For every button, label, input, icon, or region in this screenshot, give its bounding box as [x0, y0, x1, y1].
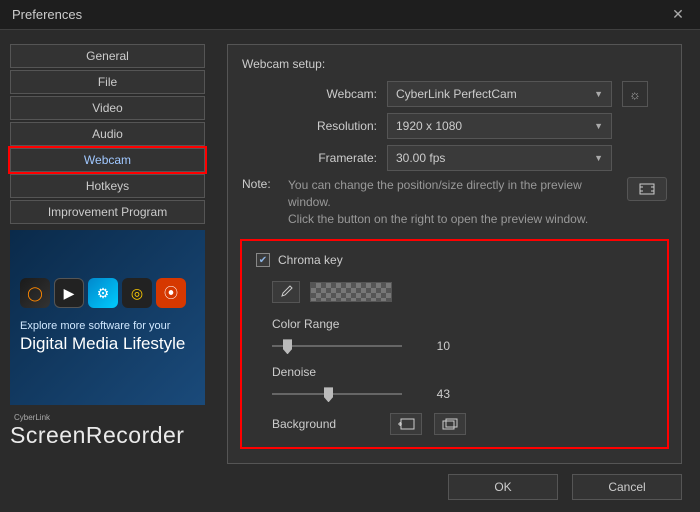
promo-app-icon: ⦿ — [156, 278, 186, 308]
chroma-checkbox-row: ✔ Chroma key — [256, 253, 653, 267]
color-range-slider[interactable] — [272, 339, 402, 353]
color-range-block: Color Range 10 — [272, 317, 653, 353]
color-range-value: 10 — [420, 339, 450, 353]
sidebar-item-webcam[interactable]: Webcam — [10, 148, 205, 172]
background-add-button[interactable] — [390, 413, 422, 435]
add-bg-icon — [397, 418, 415, 430]
framerate-row: Framerate: 30.00 fps — [242, 145, 667, 171]
promo-app-icon: ⚙ — [88, 278, 118, 308]
section-title: Webcam setup: — [242, 57, 667, 71]
chroma-key-label: Chroma key — [278, 253, 343, 267]
chroma-key-section: ✔ Chroma key Color Range — [242, 241, 667, 447]
denoise-value: 43 — [420, 387, 450, 401]
close-icon[interactable]: ✕ — [668, 6, 688, 23]
ok-button[interactable]: OK — [448, 474, 558, 500]
sidebar-item-audio[interactable]: Audio — [10, 122, 205, 146]
denoise-block: Denoise 43 — [272, 365, 653, 401]
note-text: You can change the position/size directl… — [288, 177, 627, 227]
denoise-label: Denoise — [272, 365, 653, 379]
content-area: General File Video Audio Webcam Hotkeys … — [0, 30, 700, 512]
main-panel: Webcam setup: Webcam: CyberLink PerfectC… — [215, 30, 700, 512]
webcam-dropdown[interactable]: CyberLink PerfectCam — [387, 81, 612, 107]
background-label: Background — [272, 417, 336, 431]
resolution-label: Resolution: — [242, 119, 387, 133]
gear-icon[interactable]: ☼ — [622, 81, 648, 107]
background-row: Background — [272, 413, 653, 435]
note-row: Note: You can change the position/size d… — [242, 177, 667, 227]
eyedropper-button[interactable] — [272, 281, 300, 303]
resolution-dropdown[interactable]: 1920 x 1080 — [387, 113, 612, 139]
promo-icons: ◯ ▶ ⚙ ◎ ⦿ — [20, 278, 195, 308]
promo-line2: Digital Media Lifestyle — [20, 334, 195, 354]
chroma-key-checkbox[interactable]: ✔ — [256, 253, 270, 267]
webcam-label: Webcam: — [242, 87, 387, 101]
sidebar-item-improvement[interactable]: Improvement Program — [10, 200, 205, 224]
brand-company: CyberLink — [10, 413, 205, 422]
denoise-slider[interactable] — [272, 387, 402, 401]
eyedropper-icon — [279, 285, 293, 299]
brand-product: ScreenRecorder — [10, 422, 205, 449]
titlebar: Preferences ✕ — [0, 0, 700, 30]
webcam-panel: Webcam setup: Webcam: CyberLink PerfectC… — [227, 44, 682, 464]
open-preview-button[interactable] — [627, 177, 667, 201]
framerate-label: Framerate: — [242, 151, 387, 165]
sidebar: General File Video Audio Webcam Hotkeys … — [0, 30, 215, 512]
slider-thumb[interactable] — [283, 339, 292, 354]
resolution-row: Resolution: 1920 x 1080 — [242, 113, 667, 139]
color-range-label: Color Range — [272, 317, 653, 331]
sidebar-item-video[interactable]: Video — [10, 96, 205, 120]
background-layers-button[interactable] — [434, 413, 466, 435]
note-label: Note: — [242, 177, 288, 191]
framerate-dropdown[interactable]: 30.00 fps — [387, 145, 612, 171]
cancel-button[interactable]: Cancel — [572, 474, 682, 500]
promo-app-icon: ◎ — [122, 278, 152, 308]
promo-line1: Explore more software for your — [20, 320, 195, 332]
promo-banner[interactable]: ◯ ▶ ⚙ ◎ ⦿ Explore more software for your… — [10, 230, 205, 405]
sidebar-item-general[interactable]: General — [10, 44, 205, 68]
layers-icon — [441, 418, 459, 430]
promo-app-icon: ▶ — [54, 278, 84, 308]
webcam-row: Webcam: CyberLink PerfectCam ☼ — [242, 81, 667, 107]
sidebar-item-hotkeys[interactable]: Hotkeys — [10, 174, 205, 198]
fullscreen-icon — [639, 183, 655, 195]
brand-block: CyberLink ScreenRecorder — [10, 413, 205, 449]
color-picker-row — [272, 281, 653, 303]
sidebar-item-file[interactable]: File — [10, 70, 205, 94]
window-title: Preferences — [12, 7, 668, 22]
slider-thumb[interactable] — [324, 387, 333, 402]
dialog-footer: OK Cancel — [227, 464, 682, 500]
color-swatch[interactable] — [310, 282, 392, 302]
promo-app-icon: ◯ — [20, 278, 50, 308]
